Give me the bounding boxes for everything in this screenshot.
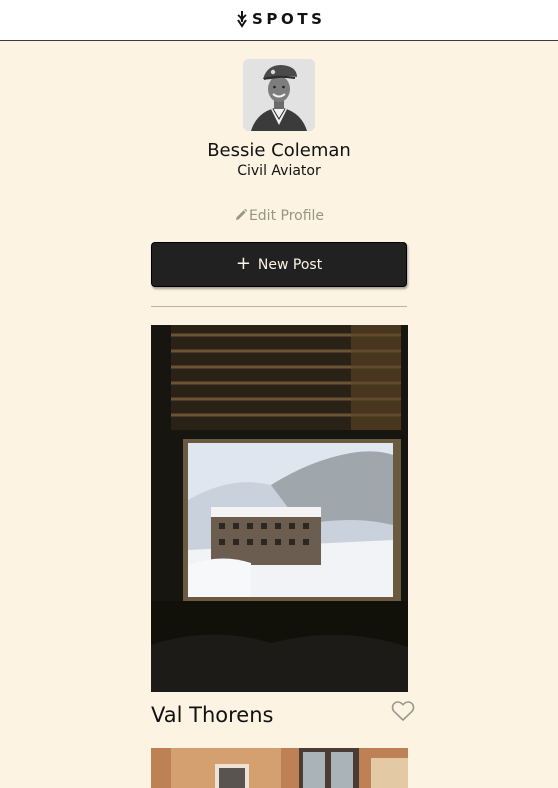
top-bar: SPOTS [0,0,558,41]
card-image[interactable] [151,325,408,692]
card-image[interactable] [151,748,408,788]
card-title: Val Thorens [151,703,274,727]
profile-name: Bessie Coleman [207,140,351,161]
profile-description: Civil Aviator [237,163,321,179]
new-post-button[interactable]: + New Post [151,242,407,287]
edit-profile-button[interactable]: Edit Profile [0,207,558,225]
arrow-down-mark-icon [237,11,247,28]
logo-text: SPOTS [252,10,326,28]
logo[interactable]: SPOTS [236,9,326,29]
edit-profile-label: Edit Profile [248,208,325,224]
new-post-label: New Post [257,256,323,273]
plus-icon: + [235,252,251,274]
avatar [243,59,315,131]
heart-outline-icon [391,701,415,721]
divider [151,306,407,307]
like-button[interactable] [391,700,415,722]
pencil-icon [235,208,248,220]
